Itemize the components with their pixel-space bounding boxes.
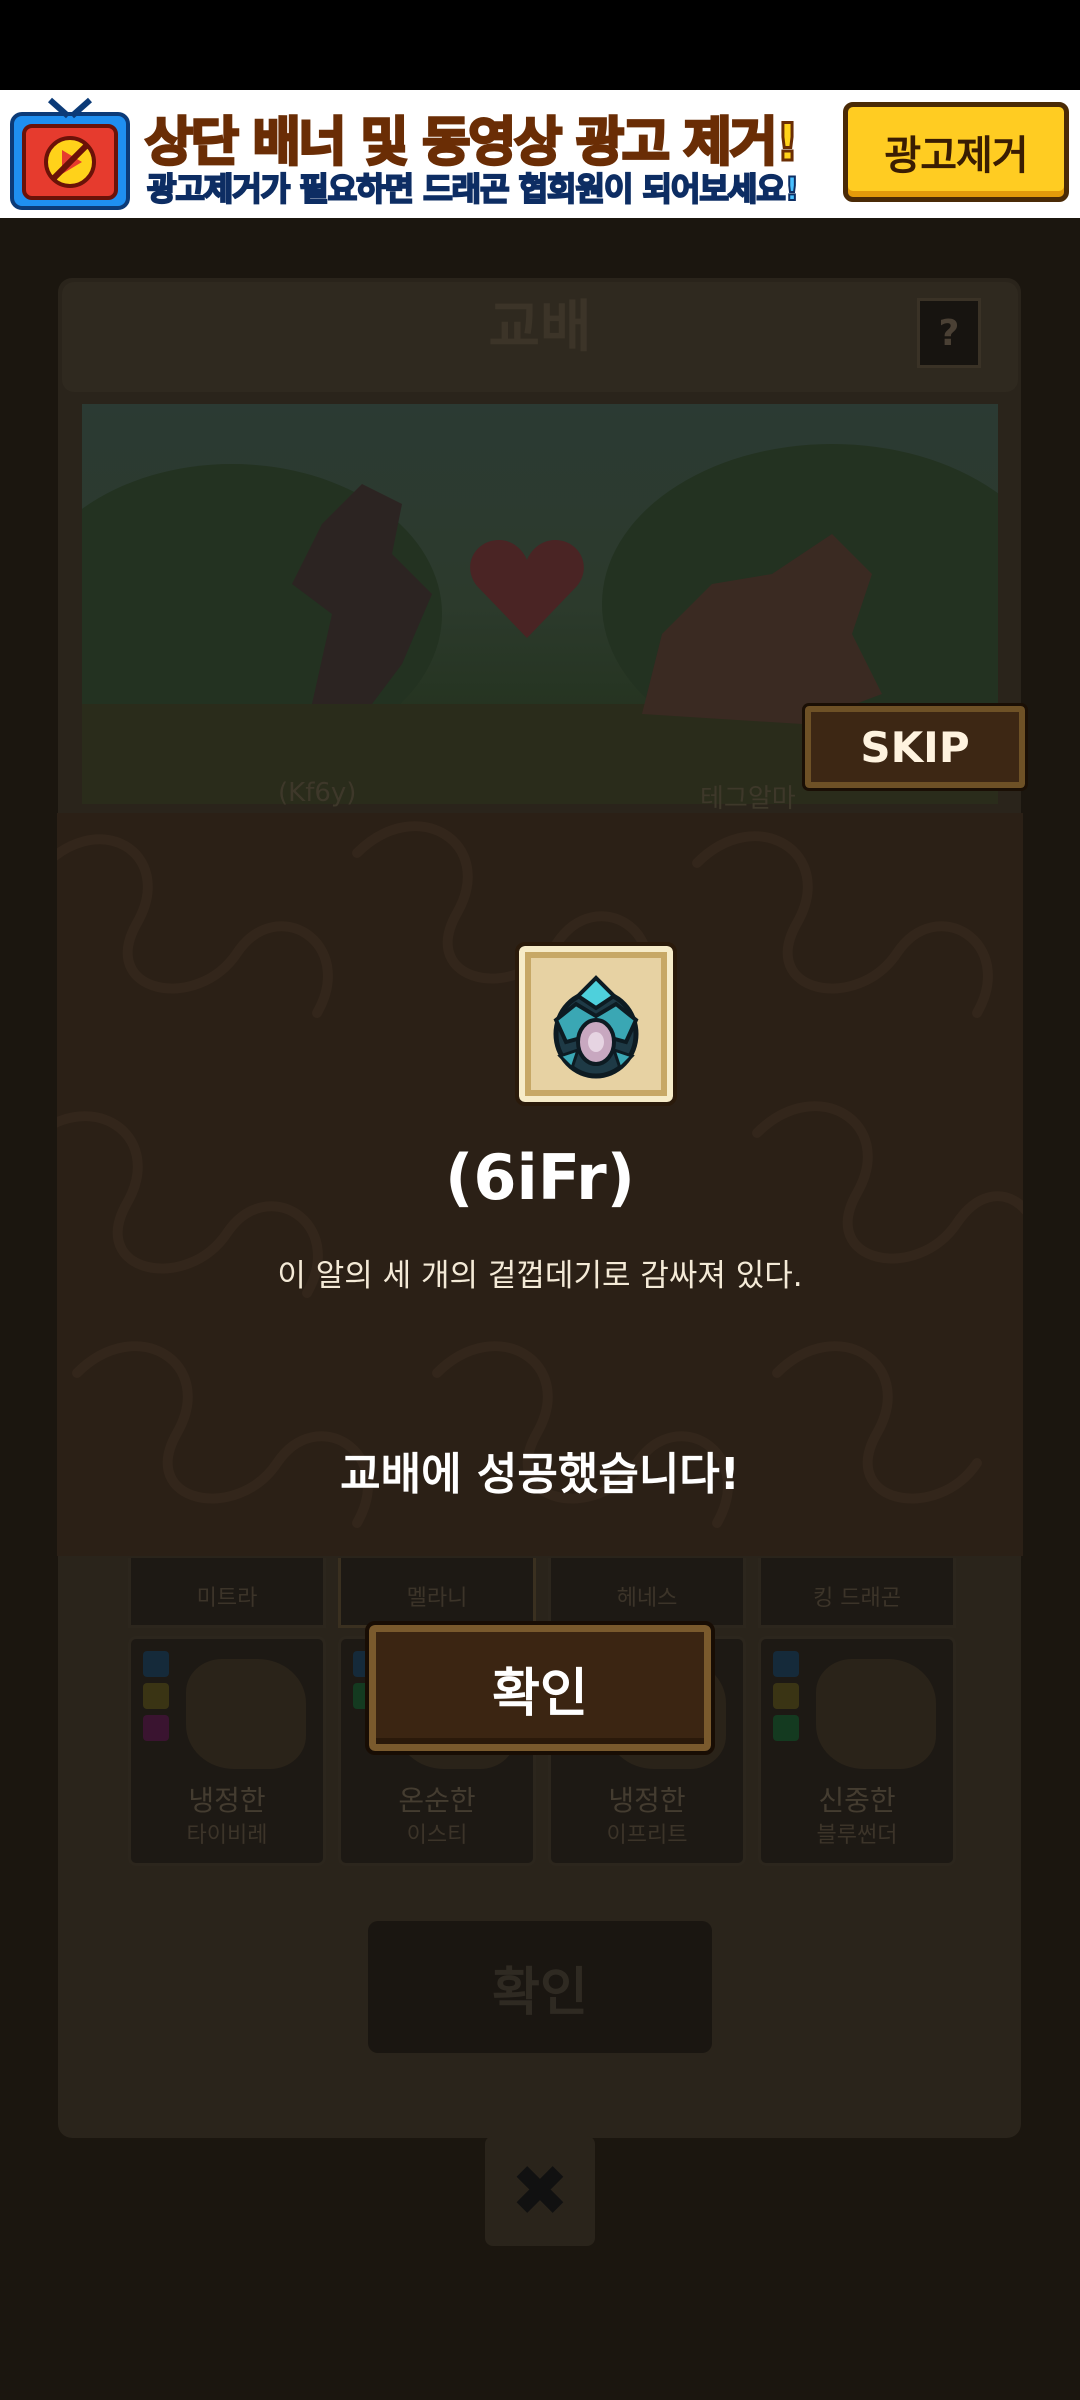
card-trait: 냉정한 bbox=[608, 1784, 686, 1817]
card-name: 이프리트 bbox=[606, 1823, 688, 1848]
item-frame bbox=[515, 942, 677, 1106]
offspring-card[interactable]: 냉정한 타이비레 bbox=[128, 1636, 326, 1866]
card-name: 타이비레 bbox=[186, 1823, 268, 1848]
help-button[interactable]: ? bbox=[917, 298, 981, 368]
confirm-button[interactable]: 확인 bbox=[365, 1621, 715, 1755]
card-trait: 온순한 bbox=[398, 1784, 476, 1817]
ad-free-tv-icon bbox=[10, 97, 130, 210]
card-trait: 냉정한 bbox=[188, 1784, 266, 1817]
offspring-card-name: 멜라니 bbox=[406, 1586, 468, 1611]
remove-ads-button[interactable]: 광고제거 bbox=[843, 102, 1069, 202]
card-name: 블루썬더 bbox=[816, 1823, 898, 1848]
card-name: 이스티 bbox=[406, 1823, 468, 1848]
background-confirm-button[interactable]: 확인 bbox=[368, 1921, 712, 2053]
ad-subtitle: 광고제거가 필요하면 드래곤 협회원이 되어보세요! bbox=[146, 169, 800, 209]
offspring-card-name: 킹 드래곤 bbox=[813, 1586, 901, 1611]
status-bar bbox=[0, 0, 1080, 90]
ad-banner[interactable]: 상단 배너 및 동영상 광고 제거! 광고제거가 필요하면 드래곤 협회원이 되… bbox=[0, 90, 1080, 218]
close-icon[interactable]: ✖ bbox=[485, 2136, 595, 2246]
heart-icon bbox=[470, 540, 584, 638]
offspring-card-name: 미트라 bbox=[196, 1586, 258, 1611]
breeding-result-modal: (6iFr) 이 알의 세 개의 겉껍데기로 감싸져 있다. 교배에 성공했습니… bbox=[57, 813, 1023, 1556]
left-dragon-silhouette bbox=[292, 484, 432, 704]
result-message: 교배에 성공했습니다! bbox=[340, 1449, 740, 1500]
offspring-card[interactable]: 멜라니 bbox=[338, 1558, 536, 1628]
offspring-card[interactable]: 헤네스 bbox=[548, 1558, 746, 1628]
parent-left-name: (Kf6y) bbox=[278, 778, 357, 808]
card-trait: 신중한 bbox=[818, 1784, 896, 1817]
offspring-card[interactable]: 미트라 bbox=[128, 1558, 326, 1628]
skip-button[interactable]: SKIP bbox=[802, 703, 1028, 791]
dragon-egg-icon bbox=[553, 975, 639, 1079]
offspring-card[interactable]: 신중한 블루썬더 bbox=[758, 1636, 956, 1866]
result-item-description: 이 알의 세 개의 겉껍데기로 감싸져 있다. bbox=[277, 1258, 803, 1294]
parent-right-name: 테그알마 bbox=[700, 784, 796, 814]
result-item-code: (6iFr) bbox=[444, 1141, 636, 1214]
offspring-card-name: 헤네스 bbox=[616, 1586, 678, 1611]
right-dragon-silhouette bbox=[642, 534, 882, 724]
offspring-card[interactable]: 킹 드래곤 bbox=[758, 1558, 956, 1628]
